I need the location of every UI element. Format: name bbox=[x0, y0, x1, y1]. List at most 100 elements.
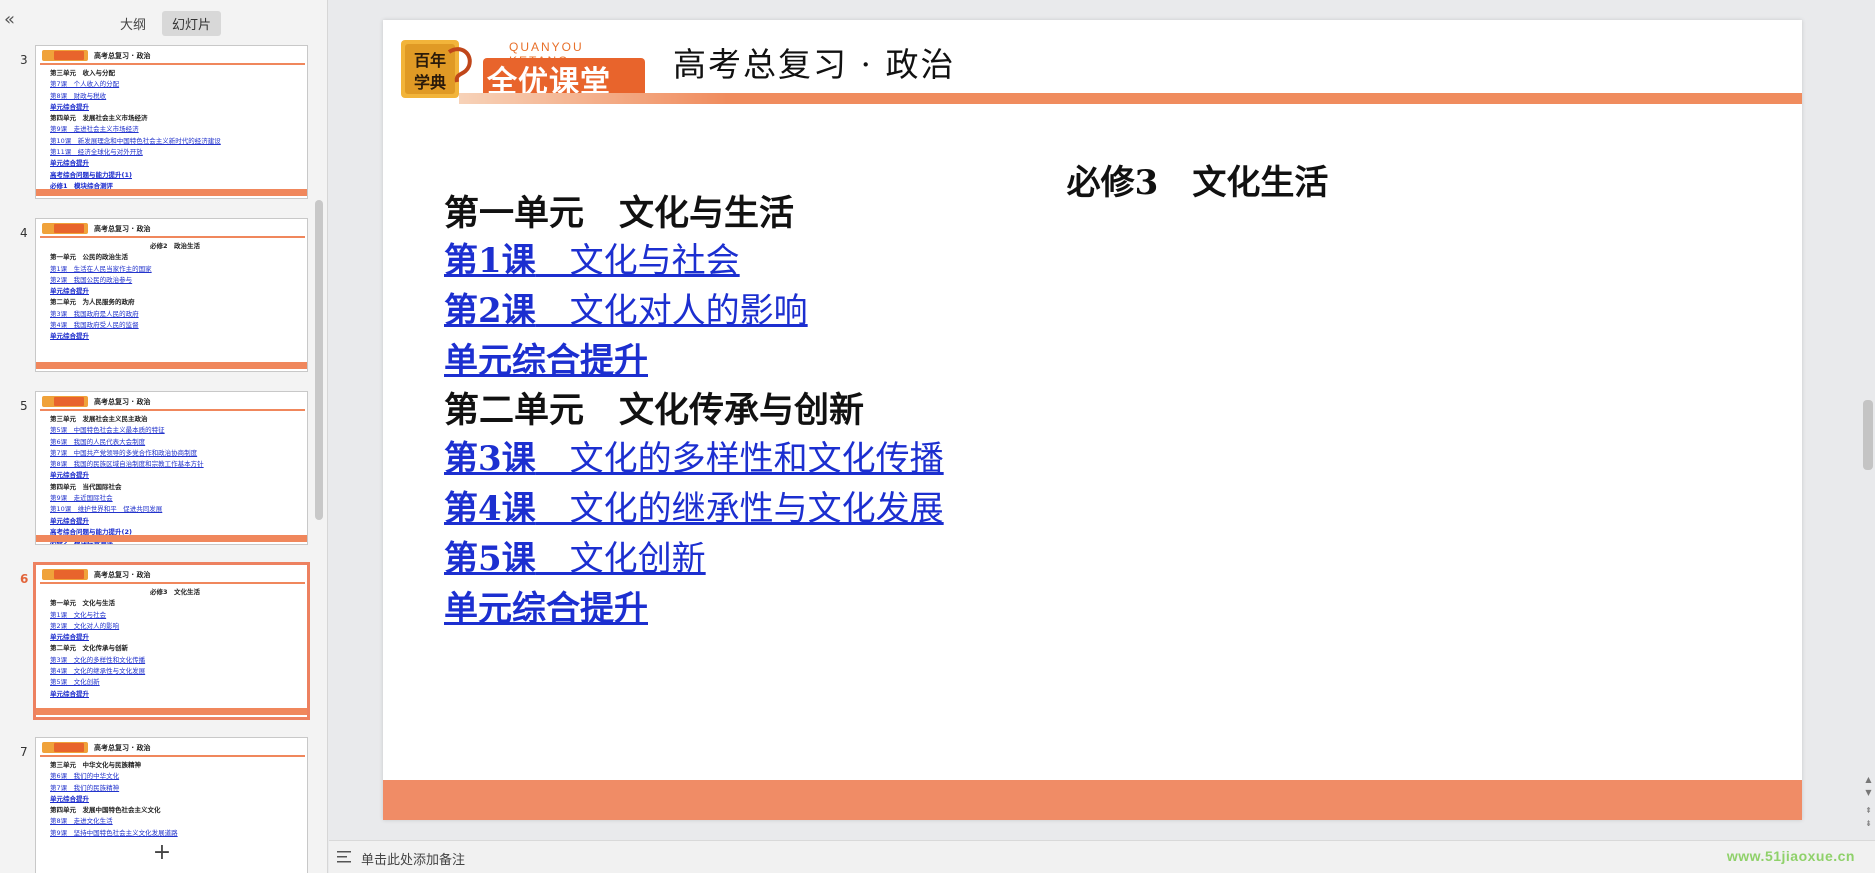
thumbnail-line: 高考综合问题与能力提升(1) bbox=[50, 170, 132, 179]
lesson3-number: 第3课 bbox=[444, 439, 536, 479]
thumbnail-line: 第3课 我国政府是人民的政府 bbox=[50, 309, 139, 318]
thumbnail-line: 单元综合提升 bbox=[50, 689, 89, 698]
unit2-summary-link[interactable]: 单元综合提升 bbox=[444, 581, 648, 630]
thumbnail-header-bar bbox=[40, 582, 305, 584]
thumbnail-header-bar bbox=[40, 63, 305, 65]
slide-thumbnail[interactable]: 高考总复习 · 政治第三单元 收入与分配 第7课 个人收入的分配 第8课 财政与税收… bbox=[35, 45, 308, 199]
thumbnail-logo-icon bbox=[42, 50, 88, 61]
lesson4-link[interactable]: 第4课 文化的继承性与文化发展 bbox=[444, 481, 944, 530]
tab-outline[interactable]: 大纲 bbox=[110, 11, 156, 36]
thumbnail-line: 第7课 个人收入的分配 bbox=[50, 80, 120, 89]
thumbnail-line: 第四单元 发展中国特色社会主义文化 bbox=[50, 806, 161, 815]
double-chevron-left-icon[interactable]: « bbox=[4, 10, 22, 30]
thumbnail-line: 第1课 文化与社会 bbox=[50, 610, 107, 619]
thumbnail-line: 第6课 我国的人民代表大会制度 bbox=[50, 437, 146, 446]
lesson2-link[interactable]: 第2课 文化对人的影响 bbox=[444, 283, 808, 332]
thumbnail-content: 必修3 文化生活第一单元 文化与生活 第1课 文化与社会第2课 文化对人的影响 单元… bbox=[50, 587, 300, 700]
slide-number: 3 bbox=[20, 53, 28, 67]
scroll-down-icon[interactable]: ▼ bbox=[1862, 788, 1875, 798]
slide-header-title: 高考总复习 · 政治 bbox=[673, 45, 956, 84]
lesson1-number: 第1课 bbox=[444, 241, 536, 281]
thumbnail-line: 第2课 文化对人的影响 bbox=[50, 621, 120, 630]
thumbnail-line: 第四单元 发展社会主义市场经济 bbox=[50, 114, 148, 123]
lesson2-title: 文化对人的影响 bbox=[535, 291, 808, 331]
thumbnail-footer-bar bbox=[36, 362, 307, 369]
thumbnail-header-title: 高考总复习 · 政治 bbox=[94, 52, 151, 60]
thumbnail-line: 第四单元 当代国际社会 bbox=[50, 482, 122, 491]
thumbnail-line: 第9课 走进社会主义市场经济 bbox=[50, 125, 139, 134]
thumbnail-line: 单元综合提升 bbox=[50, 102, 89, 111]
thumbnail-content: 第三单元 发展社会主义民主政治第5课 中国特色社会主义最本质的特征 第6课 我国的… bbox=[50, 414, 300, 544]
next-page-icon[interactable]: ⇟ bbox=[1862, 819, 1875, 829]
thumbnail-line: 单元综合提升 bbox=[50, 633, 89, 642]
slide-editor: 百年 学典 QUANYOU KETANG 全优课堂 高考总复习 · 政治 必修3… bbox=[329, 0, 1875, 840]
thumbnail-line: 单元综合提升 bbox=[50, 794, 89, 803]
lesson5-link[interactable]: 第5课 文化创新 bbox=[444, 531, 706, 580]
notes-input[interactable]: 单击此处添加备注 bbox=[361, 849, 465, 868]
thumbnail-line: 单元综合提升 bbox=[50, 287, 89, 296]
badge-text-bottom: 学典 bbox=[414, 73, 446, 92]
thumbnail-content: 第三单元 收入与分配 第7课 个人收入的分配 第8课 财政与税收 单元综合提升 第四单元… bbox=[50, 68, 300, 192]
scroll-up-icon[interactable]: ▲ bbox=[1862, 775, 1875, 785]
thumbnail-line: 第5课 文化创新 bbox=[50, 678, 100, 687]
thumbnail-line: 第1课 生活在人民当家作主的国家 bbox=[50, 264, 152, 273]
thumbnail-line: 第9课 走近国际社会 bbox=[50, 494, 113, 503]
slides-panel: « 大纲 幻灯片 3 高考总复习 · 政治 第三单元 收入与分配 第7课 个人收入的分… bbox=[0, 0, 328, 873]
thumbnail-logo-icon bbox=[42, 569, 88, 580]
thumbnail-line: 第5课 中国特色社会主义最本质的特征 bbox=[50, 426, 165, 435]
badge-text-top: 百年 bbox=[414, 51, 446, 70]
thumbnail-line: 第二单元 为人民服务的政府 bbox=[50, 298, 135, 307]
thumbnail-line: 必修2 政治生活 bbox=[149, 242, 201, 250]
thumbnail-line: 单元综合提升 bbox=[50, 159, 89, 168]
thumbnail-line: 单元综合提升 bbox=[50, 471, 89, 480]
thumbnail-header-bar bbox=[40, 409, 305, 411]
thumbnail-line: 第10课 维护世界和平 促进共同发展 bbox=[50, 505, 163, 514]
slide-number: 7 bbox=[20, 745, 28, 759]
thumbnail-line: 必修3 文化生活 bbox=[149, 588, 201, 596]
thumbnail-line: 第7课 中国共产党领导的多党合作和政治协商制度 bbox=[50, 448, 198, 457]
slide-number: 6 bbox=[20, 572, 29, 586]
unit1-summary-link[interactable]: 单元综合提升 bbox=[444, 333, 648, 382]
slide-thumbnail[interactable]: 高考总复习 · 政治必修3 文化生活第一单元 文化与生活 第1课 文化与社会第2课… bbox=[33, 562, 310, 720]
thumbnail-header-title: 高考总复习 · 政治 bbox=[94, 571, 151, 579]
lesson5-number: 第5课 bbox=[444, 539, 536, 579]
thumbnail-line: 第4课 文化的继承性与文化发展 bbox=[50, 667, 146, 676]
slide-thumbnail[interactable]: 高考总复习 · 政治必修2 政治生活第一单元 公民的政治生活第1课 生活在人民当… bbox=[35, 218, 308, 372]
thumbnail-logo-icon bbox=[42, 742, 88, 753]
lesson4-title: 文化的继承性与文化发展 bbox=[535, 489, 944, 529]
unit1-heading: 第一单元 文化与生活 bbox=[444, 194, 795, 234]
thumbnail-line: 第二单元 文化传承与创新 bbox=[50, 644, 128, 653]
slide-footer-bar bbox=[383, 780, 1802, 820]
lesson2-number: 第2课 bbox=[444, 291, 536, 331]
prev-page-icon[interactable]: ⇞ bbox=[1862, 806, 1875, 816]
thumbnail-line: 第2课 我国公民的政治参与 bbox=[50, 275, 133, 284]
thumbnail-line: 第8课 财政与税收 bbox=[50, 91, 107, 100]
lesson5-title: 文化创新 bbox=[535, 539, 706, 579]
notes-bar: 单击此处添加备注 www.51jiaoxue.cn bbox=[329, 840, 1875, 873]
unit2-heading: 第二单元 文化传承与创新 bbox=[444, 391, 865, 431]
lesson3-title: 文化的多样性和文化传播 bbox=[535, 439, 944, 479]
view-tabs: 大纲 幻灯片 bbox=[110, 11, 222, 36]
lesson1-link[interactable]: 第1课 文化与社会 bbox=[444, 233, 740, 282]
thumbnail-header-bar bbox=[40, 755, 305, 757]
plus-icon[interactable]: + bbox=[150, 842, 174, 866]
tab-slides[interactable]: 幻灯片 bbox=[162, 11, 222, 36]
slide-thumbnail[interactable]: 高考总复习 · 政治 第三单元 发展社会主义民主政治 第5课 中国特色社会主义最本质… bbox=[35, 391, 308, 545]
thumbnail-footer-bar bbox=[36, 535, 307, 542]
thumbnail-scrollbar[interactable] bbox=[315, 200, 323, 520]
lesson4-number: 第4课 bbox=[444, 489, 536, 529]
main-scrollbar-thumb[interactable] bbox=[1863, 400, 1873, 470]
thumbnail-line: 第一单元 文化与生活 bbox=[50, 599, 115, 608]
thumbnail-line: 第一单元 公民的政治生活 bbox=[50, 253, 128, 262]
thumbnail-content: 必修2 政治生活第一单元 公民的政治生活第1课 生活在人民当家作主的国家 第2课 … bbox=[50, 241, 300, 343]
thumbnail-content: 第三单元 中华文化与民族精神 第6课 我们的中华文化 第7课 我们的民族精神 单元综合… bbox=[50, 760, 300, 839]
watermark: www.51jiaoxue.cn bbox=[1726, 848, 1855, 864]
thumbnail-line: 单元综合提升 bbox=[50, 516, 89, 525]
thumbnail-footer-bar bbox=[36, 189, 307, 196]
slide-canvas[interactable]: 百年 学典 QUANYOU KETANG 全优课堂 高考总复习 · 政治 必修3… bbox=[383, 20, 1802, 820]
thumbnail-line: 第8课 我国的民族区域自治制度和宗教工作基本方针 bbox=[50, 460, 204, 469]
thumbnail-line: 第三单元 发展社会主义民主政治 bbox=[50, 415, 148, 423]
thumbnail-line: 第9课 坚持中国特色社会主义文化发展道路 bbox=[50, 828, 178, 837]
thumbnail-header-title: 高考总复习 · 政治 bbox=[94, 225, 151, 233]
lesson3-link[interactable]: 第3课 文化的多样性和文化传播 bbox=[444, 431, 944, 480]
